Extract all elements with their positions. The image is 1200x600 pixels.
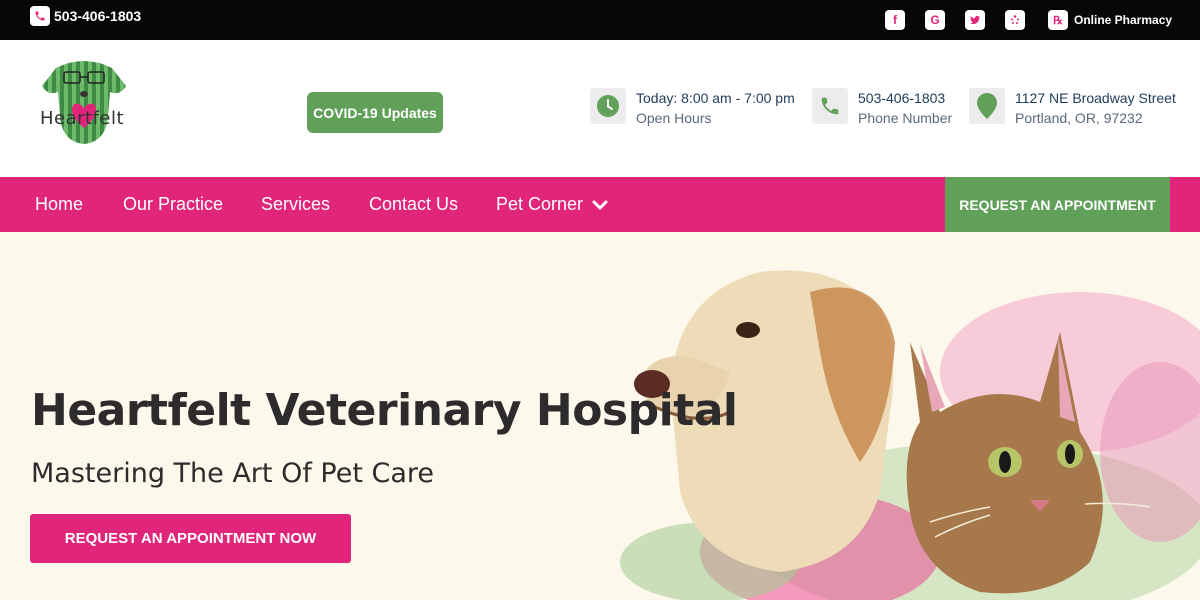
top-phone-link[interactable]: 503-406-1803: [30, 6, 141, 26]
map-pin-icon: [969, 88, 1005, 124]
facebook-icon[interactable]: f: [885, 10, 905, 30]
address-city: Portland, OR, 97232: [1015, 110, 1143, 126]
phone-label: Phone Number: [858, 110, 953, 126]
nav-home[interactable]: Home: [35, 194, 83, 215]
nav-contact-us[interactable]: Contact Us: [369, 194, 458, 215]
request-appointment-button[interactable]: REQUEST AN APPOINTMENT: [945, 177, 1170, 232]
yelp-icon[interactable]: [1005, 10, 1025, 30]
phone-icon: [30, 6, 50, 26]
pharmacy-rx-icon: ℞: [1048, 10, 1068, 30]
hours-label: Open Hours: [636, 110, 712, 126]
address-info[interactable]: 1127 NE Broadway Street Portland, OR, 97…: [969, 88, 1176, 126]
nav-services[interactable]: Services: [261, 194, 330, 215]
nav-our-practice[interactable]: Our Practice: [123, 194, 223, 215]
chevron-down-icon: [592, 195, 608, 216]
top-phone-number: 503-406-1803: [54, 8, 142, 24]
pharmacy-label: Online Pharmacy: [1074, 13, 1173, 27]
hero-subtitle: Mastering The Art Of Pet Care: [31, 458, 435, 489]
address-street: 1127 NE Broadway Street: [1015, 90, 1176, 106]
google-icon[interactable]: G: [925, 10, 945, 30]
nav-pet-corner-label: Pet Corner: [496, 194, 584, 214]
hero-section: Heartfelt Veterinary Hospital Mastering …: [0, 232, 1200, 600]
site-header: Heartfelt COVID-19 Updates Today: 8:00 a…: [0, 40, 1200, 177]
hero-title: Heartfelt Veterinary Hospital: [31, 385, 738, 436]
request-appointment-now-button[interactable]: REQUEST AN APPOINTMENT NOW: [30, 514, 351, 563]
phone-info[interactable]: 503-406-1803 Phone Number: [812, 88, 952, 126]
clock-icon: [590, 88, 626, 124]
main-nav: Home Our Practice Services Contact Us Pe…: [0, 177, 1200, 232]
logo-dog-graphic: [42, 61, 126, 144]
twitter-icon[interactable]: [965, 10, 985, 30]
online-pharmacy-link[interactable]: ℞ Online Pharmacy: [1048, 10, 1172, 30]
hours-info: Today: 8:00 am - 7:00 pm Open Hours: [590, 88, 795, 126]
phone-number: 503-406-1803: [858, 90, 946, 106]
phone-icon: [812, 88, 848, 124]
logo-text: Heartfelt: [40, 108, 125, 129]
hours-text: Today: 8:00 am - 7:00 pm: [636, 90, 795, 106]
logo[interactable]: Heartfelt: [36, 56, 132, 148]
covid-updates-button[interactable]: COVID-19 Updates: [307, 92, 443, 133]
top-bar: 503-406-1803 f G ℞ Online Pharmacy: [0, 0, 1200, 40]
nav-pet-corner[interactable]: Pet Corner: [496, 194, 608, 216]
